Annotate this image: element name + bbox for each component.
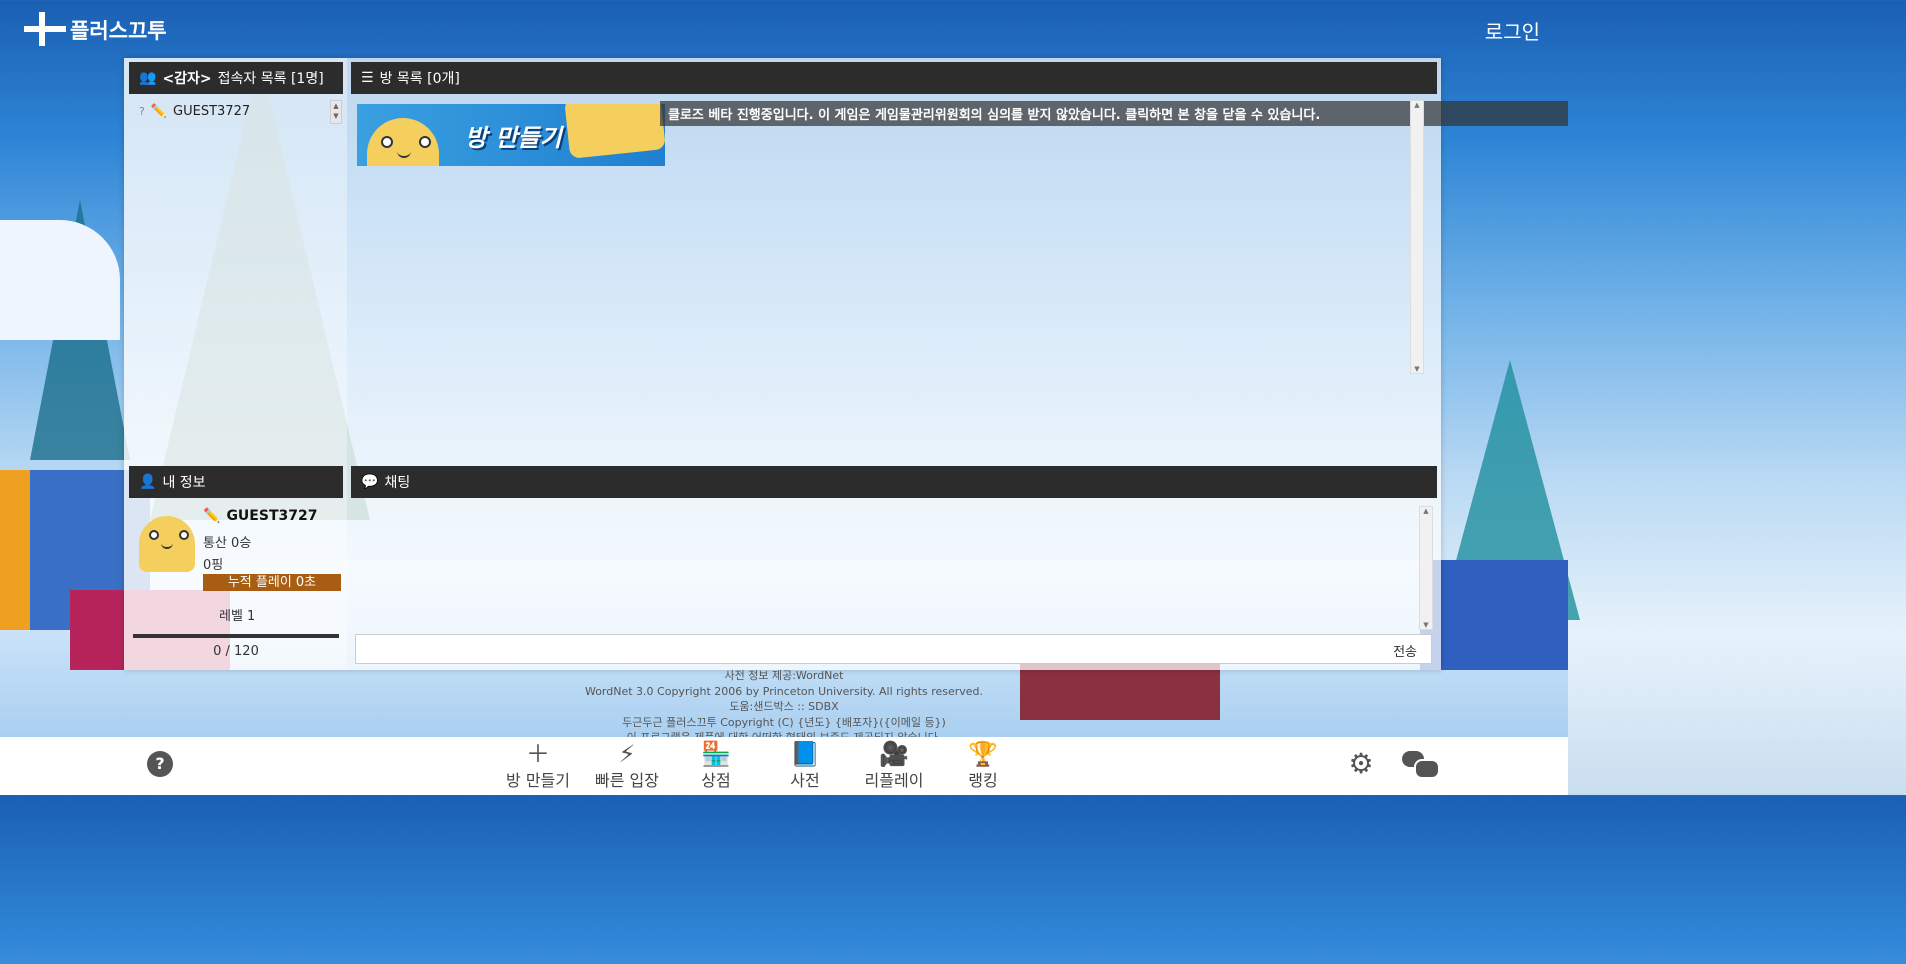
my-playtime-badge: 누적 플레이 0초	[203, 574, 341, 591]
footer-line: 두근두근 플러스끄투 Copyright (C) {년도} {배포자}({이메일…	[622, 715, 946, 729]
create-room-banner-button[interactable]: 방 만들기	[357, 104, 665, 166]
nav-create-room[interactable]: ＋ 방 만들기	[498, 737, 578, 791]
nav-store[interactable]: 🏪 상점	[676, 737, 756, 791]
nav-label: 빠른 입장	[595, 771, 659, 790]
my-info-panel-header: 👤 내 정보	[129, 466, 343, 498]
mascot-blob-icon	[564, 104, 665, 159]
book-icon: 📘	[790, 740, 820, 768]
my-info-box: ✏️ GUEST3727 통산 0승 0핑 누적 플레이 0초 레벨 1 0 /…	[131, 500, 341, 666]
users-icon: 👥	[139, 70, 157, 86]
my-name-row: ✏️ GUEST3727	[203, 508, 317, 524]
background-gift-box	[1420, 560, 1568, 670]
exp-text: 0 / 120	[213, 644, 259, 659]
scroll-up-icon[interactable]: ▲	[1420, 507, 1432, 515]
my-wins: 통산 0승	[203, 536, 252, 551]
mascot-face-icon	[367, 118, 439, 166]
plus-icon: ＋	[526, 740, 550, 768]
nav-label: 랭킹	[968, 771, 998, 790]
top-bar: 플러스끄투 로그인	[0, 0, 1568, 56]
login-button[interactable]: 로그인	[1485, 16, 1540, 45]
logo[interactable]: 플러스끄투	[24, 12, 167, 48]
room-list-scrollbar[interactable]: ▲ ▼	[1410, 100, 1424, 374]
room-name-prefix: <감자>	[162, 71, 212, 87]
trophy-icon: 🏆	[968, 740, 998, 768]
chat-bubble-icon: 💬	[361, 474, 379, 490]
nav-label: 사전	[790, 771, 820, 790]
list-icon: ☰	[361, 70, 374, 86]
chat-input[interactable]	[360, 637, 1374, 663]
nav-ranking[interactable]: 🏆 랭킹	[943, 737, 1023, 791]
community-chat-icon[interactable]	[1402, 751, 1440, 779]
nav-quick-join[interactable]: ⚡ 빠른 입장	[587, 737, 667, 791]
pencil-icon: ✏️	[203, 508, 221, 524]
chat-log	[355, 505, 1432, 629]
video-icon: 🎥	[879, 740, 909, 768]
users-panel-header: 👥 <감자> 접속자 목록 [1명]	[129, 62, 343, 94]
user-name: GUEST3727	[173, 104, 251, 119]
user-list: ? ✏️ GUEST3727	[131, 100, 341, 124]
footer-credits: 사전 정보 제공:WordNet WordNet 3.0 Copyright 2…	[0, 668, 1568, 746]
my-level: 레벨 1	[219, 609, 256, 624]
nav-dictionary[interactable]: 📘 사전	[765, 737, 845, 791]
scroll-up-icon[interactable]: ▲	[1411, 101, 1423, 109]
exp-progress-bar	[133, 634, 339, 638]
scroll-down-icon[interactable]: ▼	[1420, 621, 1432, 629]
create-room-banner-label: 방 만들기	[465, 124, 562, 152]
footer-line: WordNet 3.0 Copyright 2006 by Princeton …	[584, 684, 984, 698]
logo-mark-icon	[24, 12, 66, 48]
user-list-scrollbar[interactable]: ▲ ▼	[330, 100, 342, 124]
my-name: GUEST3727	[226, 508, 318, 524]
nav-replay[interactable]: 🎥 리플레이	[854, 737, 934, 791]
footer-line: 사전 정보 제공:WordNet	[724, 669, 844, 682]
my-ping: 0핑	[203, 558, 224, 573]
scroll-down-icon[interactable]: ▼	[1411, 365, 1423, 373]
chat-title: 채팅	[384, 475, 411, 491]
pencil-icon: ✏️	[150, 104, 168, 119]
rooms-panel-title: 방 목록 [0개]	[379, 71, 460, 87]
store-icon: 🏪	[701, 740, 731, 768]
avatar	[139, 516, 195, 572]
my-info-title: 내 정보	[162, 475, 206, 491]
beta-notice-banner[interactable]: 클로즈 베타 진행중입니다. 이 게임은 게임물관리위원회의 심의를 받지 않았…	[660, 101, 1568, 126]
user-icon: 👤	[139, 474, 157, 490]
nav-label: 상점	[701, 771, 731, 790]
background-snowy-roof	[0, 220, 120, 340]
logo-text: 플러스끄투	[70, 19, 167, 43]
user-list-item[interactable]: ? ✏️ GUEST3727	[131, 100, 341, 123]
user-rank-badge: ?	[139, 105, 145, 118]
help-icon[interactable]: ?	[147, 751, 173, 777]
send-button[interactable]: 전송	[1393, 641, 1417, 660]
rooms-panel-header: ☰ 방 목록 [0개]	[351, 62, 1437, 94]
nav-label: 방 만들기	[506, 771, 570, 790]
bolt-icon: ⚡	[618, 740, 636, 768]
chat-scrollbar[interactable]: ▲ ▼	[1419, 506, 1433, 630]
users-panel-title: 접속자 목록 [1명]	[217, 71, 324, 87]
chat-panel-header: 💬 채팅	[351, 466, 1437, 498]
chat-input-bar: 전송	[355, 634, 1432, 664]
gear-icon[interactable]: ⚙	[1348, 750, 1374, 778]
bottom-nav: ? ＋ 방 만들기 ⚡ 빠른 입장 🏪 상점 📘 사전 🎥 리플레이 🏆 랭킹 …	[0, 737, 1568, 795]
nav-label: 리플레이	[864, 771, 924, 790]
footer-line: 도움:샌드박스 :: SDBX	[729, 700, 839, 713]
